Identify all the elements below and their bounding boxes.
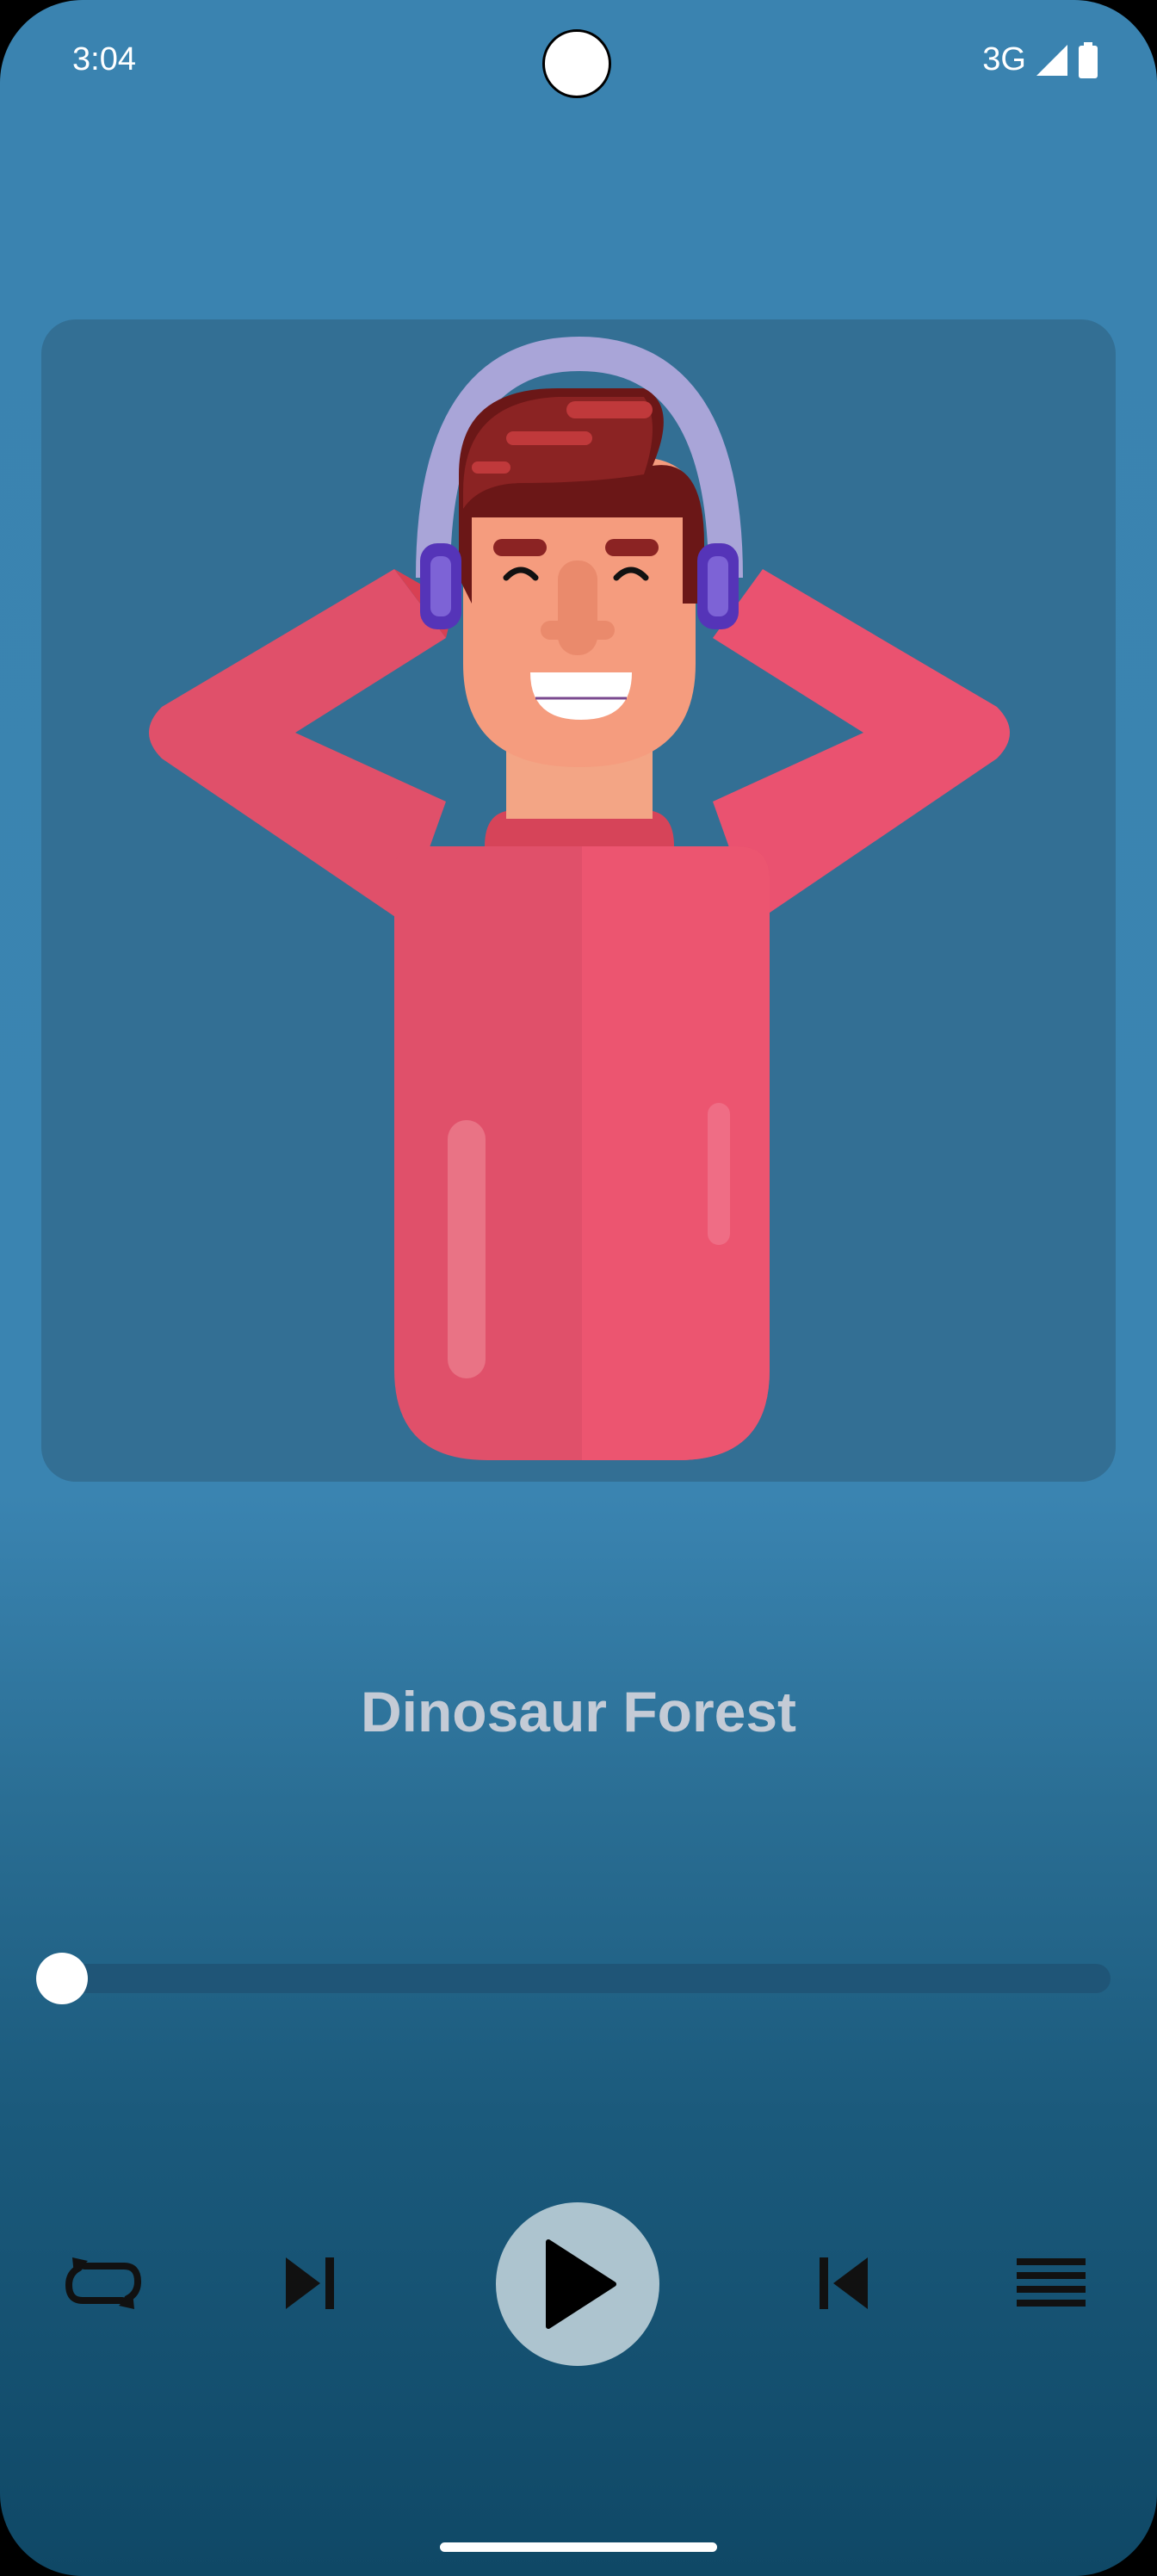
skip-previous-icon	[820, 2257, 868, 2309]
song-title: Dinosaur Forest	[360, 1680, 797, 1743]
seek-thumb[interactable]	[36, 1953, 88, 2004]
play-icon	[546, 2239, 616, 2329]
playlist-button[interactable]	[1012, 2251, 1090, 2316]
status-time: 3:04	[72, 41, 136, 77]
skip-next-icon	[286, 2257, 334, 2309]
music-player-screen: 3:04 3G Dinosaur Forest	[0, 0, 1157, 2576]
signal-icon	[1036, 44, 1067, 76]
seek-bar[interactable]	[62, 1964, 1111, 1993]
repeat-icon	[65, 2257, 142, 2309]
status-indicators: 3G	[982, 41, 1098, 78]
play-button[interactable]	[496, 2202, 659, 2366]
home-indicator[interactable]	[440, 2542, 717, 2552]
previous-button[interactable]	[809, 2247, 878, 2319]
battery-icon	[1079, 41, 1098, 78]
next-button[interactable]	[275, 2247, 344, 2319]
network-type: 3G	[982, 41, 1026, 77]
repeat-button[interactable]	[62, 2249, 145, 2318]
front-camera	[542, 29, 611, 98]
album-art	[41, 319, 1116, 1482]
playlist-icon	[1017, 2258, 1086, 2307]
listener-illustration	[149, 336, 1010, 1460]
